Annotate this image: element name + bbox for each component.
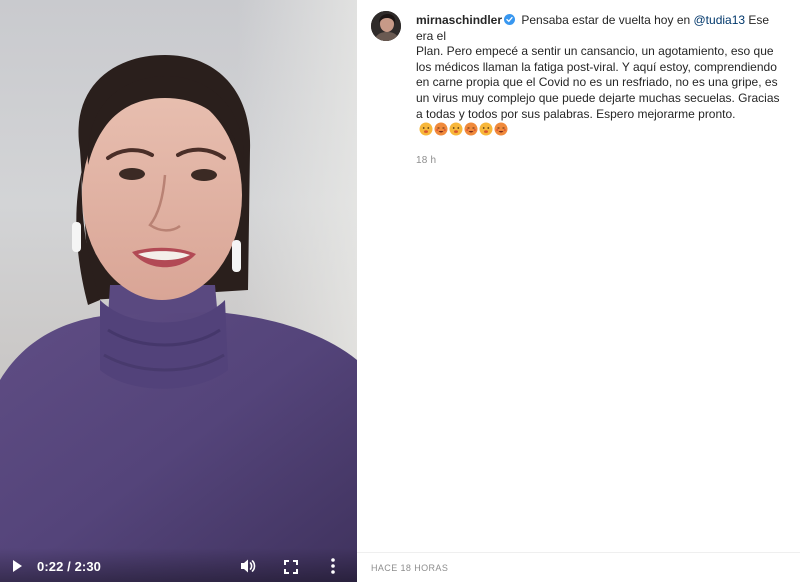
caption: mirnaschindler Pensaba estar de vuelta h… <box>416 13 788 139</box>
video-player[interactable]: 0:22 / 2:30 <box>0 0 357 582</box>
avatar-image <box>371 11 401 41</box>
play-button[interactable] <box>8 557 26 575</box>
video-frame <box>0 55 357 582</box>
more-options-icon <box>331 558 335 574</box>
divider <box>357 552 800 553</box>
duration: 2:30 <box>74 559 101 574</box>
caption-text-body: Plan. Pero empecé a sentir un cansancio,… <box>416 44 788 139</box>
fullscreen-button[interactable] <box>283 559 299 575</box>
time-separator: / <box>67 559 71 574</box>
username-link[interactable]: mirnaschindler <box>416 13 502 27</box>
post-details-panel: mirnaschindler Pensaba estar de vuelta h… <box>357 0 800 582</box>
volume-button[interactable] <box>238 557 258 575</box>
current-time: 0:22 <box>37 559 64 574</box>
sick-face-emoji-icon <box>449 122 463 136</box>
hot-face-emoji-icon <box>494 122 508 136</box>
mention-link[interactable]: @tudia13 <box>694 13 746 27</box>
avatar[interactable] <box>371 11 401 41</box>
video-time: 0:22 / 2:30 <box>37 559 101 574</box>
more-options-button[interactable] <box>326 556 340 576</box>
play-icon <box>13 560 22 572</box>
volume-icon <box>241 559 256 573</box>
sick-face-emoji-icon <box>419 122 433 136</box>
verified-badge-icon <box>504 14 516 25</box>
relative-timestamp[interactable]: 18 h <box>416 155 436 166</box>
sick-face-emoji-icon <box>479 122 493 136</box>
caption-text-start: Pensaba estar de vuelta hoy en <box>521 13 694 27</box>
hot-face-emoji-icon <box>464 122 478 136</box>
video-controls-bar: 0:22 / 2:30 <box>0 548 357 582</box>
post-timestamp[interactable]: HACE 18 HORAS <box>371 563 448 573</box>
hot-face-emoji-icon <box>434 122 448 136</box>
caption-body-text: Plan. Pero empecé a sentir un cansancio,… <box>416 44 780 121</box>
fullscreen-icon <box>284 560 298 574</box>
emoji-row <box>419 122 508 136</box>
